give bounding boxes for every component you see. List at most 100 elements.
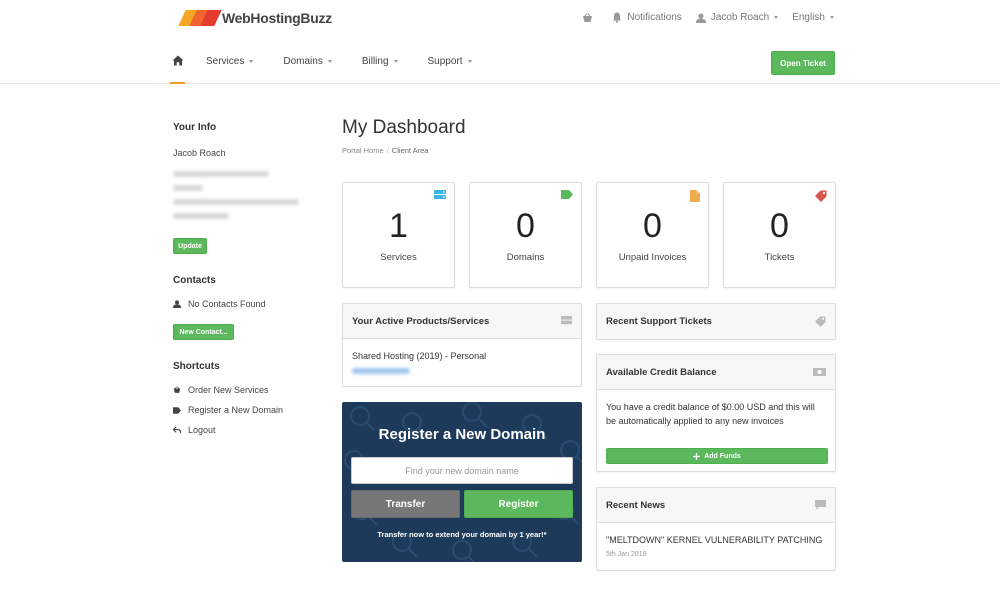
recent-news-panel: Recent News "MELTDOWN" KERNEL VULNERABIL… [596,487,836,571]
top-bar: WebHostingBuzz Notifications Jacob Roach [0,0,1000,38]
caret-down-icon [467,59,472,63]
ticket-icon [815,316,826,327]
news-date: 5th Jan 2018 [606,551,647,558]
brand-name: WebHostingBuzz [222,10,332,26]
stat-value: 0 [516,207,535,245]
user-name: Jacob Roach [710,12,770,23]
plus-icon [693,452,701,460]
shortcut-order-services[interactable]: Order New Services [173,385,269,395]
shortcuts-heading: Shortcuts [173,361,220,372]
recent-support-tickets-panel: Recent Support Tickets [596,303,836,340]
notifications-link[interactable]: Notifications [612,12,682,23]
top-right-menu: Notifications Jacob Roach English [568,12,834,23]
comment-icon [815,500,826,510]
nav-domains[interactable]: Domains [283,55,332,67]
main-nav: Services Domains Billing Support Open Ti… [0,38,1000,84]
nav-domains-label: Domains [283,55,323,67]
nav-support[interactable]: Support [428,56,472,67]
add-funds-label: Add Funds [704,452,741,460]
panel-header: Recent News [597,488,835,523]
file-icon [690,190,700,202]
cart-link[interactable] [582,12,598,23]
news-headline[interactable]: "MELTDOWN" KERNEL VULNERABILITY PATCHING [606,533,826,547]
panel-header: Available Credit Balance [597,355,835,390]
client-name: Jacob Roach [173,148,226,158]
panel-title: Your Active Products/Services [352,315,490,327]
credit-balance-message: You have a credit balance of $0.00 USD a… [606,402,815,426]
redacted-domain [352,368,410,374]
breadcrumb: Portal Home / Client Area [342,146,428,155]
stat-tile-unpaid-invoices[interactable]: 0 Unpaid Invoices [596,182,709,288]
stat-tile-tickets[interactable]: 0 Tickets [723,182,836,288]
panel-title: Recent News [606,499,666,511]
active-products-panel: Your Active Products/Services Shared Hos… [342,303,582,387]
contacts-heading: Contacts [173,275,216,286]
your-info-heading: Your Info [173,122,217,133]
stat-tile-services[interactable]: 1 Services [342,182,455,288]
language-label: English [792,12,825,23]
nav-billing[interactable]: Billing [362,56,398,67]
product-name[interactable]: Shared Hosting (2019) - Personal [352,349,572,363]
transfer-note: Transfer now to extend your domain by 1 … [377,530,547,539]
new-contact-button[interactable]: New Contact... [173,324,234,340]
domain-search-input[interactable] [351,457,573,484]
panel-header: Your Active Products/Services [343,304,581,339]
caret-down-icon [830,16,834,19]
open-ticket-button[interactable]: Open Ticket [771,51,835,75]
bell-icon [613,12,622,23]
nav-billing-label: Billing [361,55,389,67]
brand-logo[interactable]: WebHostingBuzz [178,9,332,27]
stat-value: 0 [643,207,662,245]
notifications-label: Notifications [627,12,682,23]
panel-body: Shared Hosting (2019) - Personal [343,339,581,384]
panel-body: You have a credit balance of $0.00 USD a… [597,390,835,438]
caret-down-icon [249,59,254,63]
back-arrow-icon [173,426,181,434]
tag-icon [173,406,181,414]
shortcut-label: Register a New Domain [188,405,284,415]
basket-icon [583,12,593,22]
caret-down-icon [393,59,398,63]
ticket-icon [815,190,827,202]
server-icon [434,190,446,199]
register-domain-title: Register a New Domain [378,426,546,443]
money-icon [813,368,826,376]
nav-services-label: Services [206,55,245,67]
caret-down-icon [327,59,332,63]
breadcrumb-current: Client Area [391,146,429,155]
user-icon [695,13,706,23]
stat-tile-domains[interactable]: 0 Domains [469,182,582,288]
breadcrumb-home[interactable]: Portal Home [342,146,384,155]
user-icon [173,300,181,308]
stat-label: Domains [506,252,545,263]
panel-body: "MELTDOWN" KERNEL VULNERABILITY PATCHING… [597,523,835,572]
no-contacts-label: No Contacts Found [188,299,266,309]
caret-down-icon [774,16,779,19]
breadcrumb-separator: / [386,146,389,155]
redacted-address [173,171,303,219]
panel-header: Recent Support Tickets [597,304,835,339]
panel-title: Available Credit Balance [606,366,717,378]
tag-icon [561,190,573,199]
nav-services[interactable]: Services [206,55,254,67]
logo-mark-icon [178,9,222,27]
language-menu[interactable]: English [792,12,834,23]
nav-home[interactable] [170,38,185,84]
update-button[interactable]: Update [173,238,207,254]
shortcut-register-domain[interactable]: Register a New Domain [173,405,283,415]
stat-label: Unpaid Invoices [618,252,687,263]
register-button[interactable]: Register [464,490,573,518]
basket-icon [173,386,181,393]
stat-value: 0 [770,207,789,245]
transfer-button[interactable]: Transfer [351,490,460,518]
no-contacts-text: No Contacts Found [173,299,266,309]
shortcut-label: Logout [188,425,216,435]
add-funds-button[interactable]: Add Funds [606,448,828,464]
credit-balance-panel: Available Credit Balance You have a cred… [596,354,836,472]
page-title: My Dashboard [342,117,466,138]
home-icon [172,55,183,65]
shortcut-logout[interactable]: Logout [173,425,216,435]
panel-title: Recent Support Tickets [606,316,712,327]
user-menu[interactable]: Jacob Roach [695,12,779,23]
stat-label: Tickets [764,252,795,263]
